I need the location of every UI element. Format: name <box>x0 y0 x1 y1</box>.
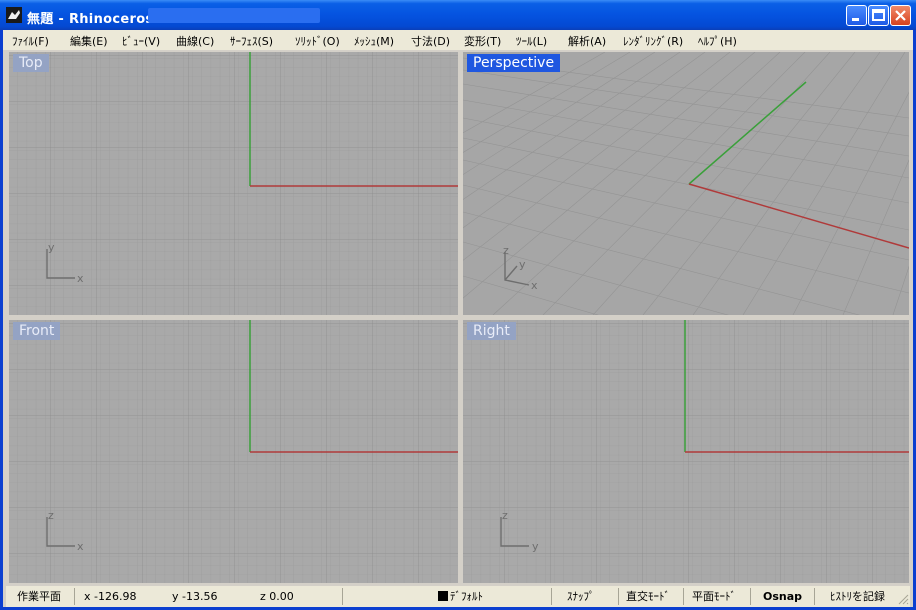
status-separator <box>74 588 75 605</box>
menu-mesh[interactable]: ﾒｯｼｭ(M) <box>354 33 394 49</box>
viewport-right[interactable]: y z Right <box>463 320 909 583</box>
status-separator <box>683 588 684 605</box>
menu-file[interactable]: ﾌｧｲﾙ(F) <box>12 33 49 49</box>
rhino-app-icon <box>6 7 22 23</box>
viewport-top[interactable]: x y Top <box>9 52 458 315</box>
top-grid: x y <box>9 52 458 315</box>
top-axis-label-2: y <box>48 241 55 254</box>
status-planar-toggle[interactable]: 平面ﾓｰﾄﾞ <box>692 589 736 604</box>
status-osnap-toggle[interactable]: Osnap <box>763 589 802 604</box>
window-title: 無題 - Rhinoceros <box>27 12 154 27</box>
front-axis-label-1: x <box>77 540 84 553</box>
maximize-icon <box>872 9 885 21</box>
status-separator <box>551 588 552 605</box>
status-separator <box>750 588 751 605</box>
menu-view[interactable]: ﾋﾞｭｰ(V) <box>122 33 160 49</box>
status-separator <box>618 588 619 605</box>
menu-surface[interactable]: ｻｰﾌｪｽ(S) <box>230 33 273 49</box>
status-cplane[interactable]: 作業平面 <box>17 589 61 604</box>
status-snap-toggle[interactable]: ｽﾅｯﾌﾟ <box>567 589 595 604</box>
close-button[interactable] <box>890 5 911 26</box>
rhino-window: 無題 - Rhinoceros ﾌｧｲﾙ(F) 編集(E) ﾋﾞｭｰ(V) 曲線… <box>0 0 916 610</box>
status-separator <box>342 588 343 605</box>
minimize-icon <box>852 18 859 21</box>
menu-edit[interactable]: 編集(E) <box>70 33 108 49</box>
menu-dimension[interactable]: 寸法(D) <box>411 33 450 49</box>
perspective-axis-label-1: x <box>531 279 538 292</box>
minimize-button[interactable] <box>846 5 867 26</box>
status-ortho-toggle[interactable]: 直交ﾓｰﾄﾞ <box>626 589 670 604</box>
close-icon <box>895 10 906 21</box>
front-axis-label-2: z <box>48 509 54 522</box>
viewport-label-right[interactable]: Right <box>467 322 516 340</box>
resize-grip-icon[interactable] <box>898 594 909 605</box>
top-axis-label-1: x <box>77 272 84 285</box>
status-y-coordinate: y -13.56 <box>172 590 218 603</box>
perspective-grid: x y z <box>463 52 909 315</box>
viewport-front[interactable]: x z Front <box>9 320 458 583</box>
maximize-button[interactable] <box>868 5 889 26</box>
viewport-label-top[interactable]: Top <box>13 54 49 72</box>
right-axis-label-2: z <box>502 509 508 522</box>
viewport-label-front[interactable]: Front <box>13 322 61 340</box>
title-redacted <box>148 8 320 23</box>
menu-analyze[interactable]: 解析(A) <box>568 33 606 49</box>
menu-transform[interactable]: 変形(T) <box>464 33 501 49</box>
status-history-toggle[interactable]: ﾋｽﾄﾘを記録 <box>830 589 885 604</box>
status-bar: 作業平面 x -126.98 y -13.56 z 0.00 ﾃﾞﾌｫﾙﾄ ｽﾅ… <box>6 586 910 607</box>
perspective-axis-label-2: y <box>519 258 526 271</box>
menu-render[interactable]: ﾚﾝﾀﾞﾘﾝｸﾞ(R) <box>623 33 683 49</box>
viewport-perspective[interactable]: x y z Perspective <box>463 52 909 315</box>
menu-help[interactable]: ﾍﾙﾌﾟ(H) <box>698 33 737 49</box>
status-layer-name: ﾃﾞﾌｫﾙﾄ <box>450 590 483 603</box>
front-grid: x z <box>9 320 458 583</box>
viewport-area: x y Top x y z Perspective x z Front y z … <box>6 50 910 585</box>
title-bar[interactable]: 無題 - Rhinoceros <box>0 0 916 30</box>
viewport-label-perspective[interactable]: Perspective <box>467 54 561 72</box>
right-axis-label-1: y <box>532 540 539 553</box>
menu-tools[interactable]: ﾂｰﾙ(L) <box>516 33 547 49</box>
perspective-axis-label-3: z <box>503 244 509 257</box>
status-layer[interactable]: ﾃﾞﾌｫﾙﾄ <box>438 589 483 604</box>
status-separator <box>814 588 815 605</box>
status-x-coordinate: x -126.98 <box>84 590 137 603</box>
layer-color-swatch <box>438 591 448 601</box>
right-grid: y z <box>463 320 909 583</box>
menu-solid[interactable]: ｿﾘｯﾄﾞ(O) <box>295 33 340 49</box>
status-z-coordinate: z 0.00 <box>260 590 294 603</box>
menu-curve[interactable]: 曲線(C) <box>176 33 214 49</box>
menu-bar: ﾌｧｲﾙ(F) 編集(E) ﾋﾞｭｰ(V) 曲線(C) ｻｰﾌｪｽ(S) ｿﾘｯ… <box>3 30 913 50</box>
